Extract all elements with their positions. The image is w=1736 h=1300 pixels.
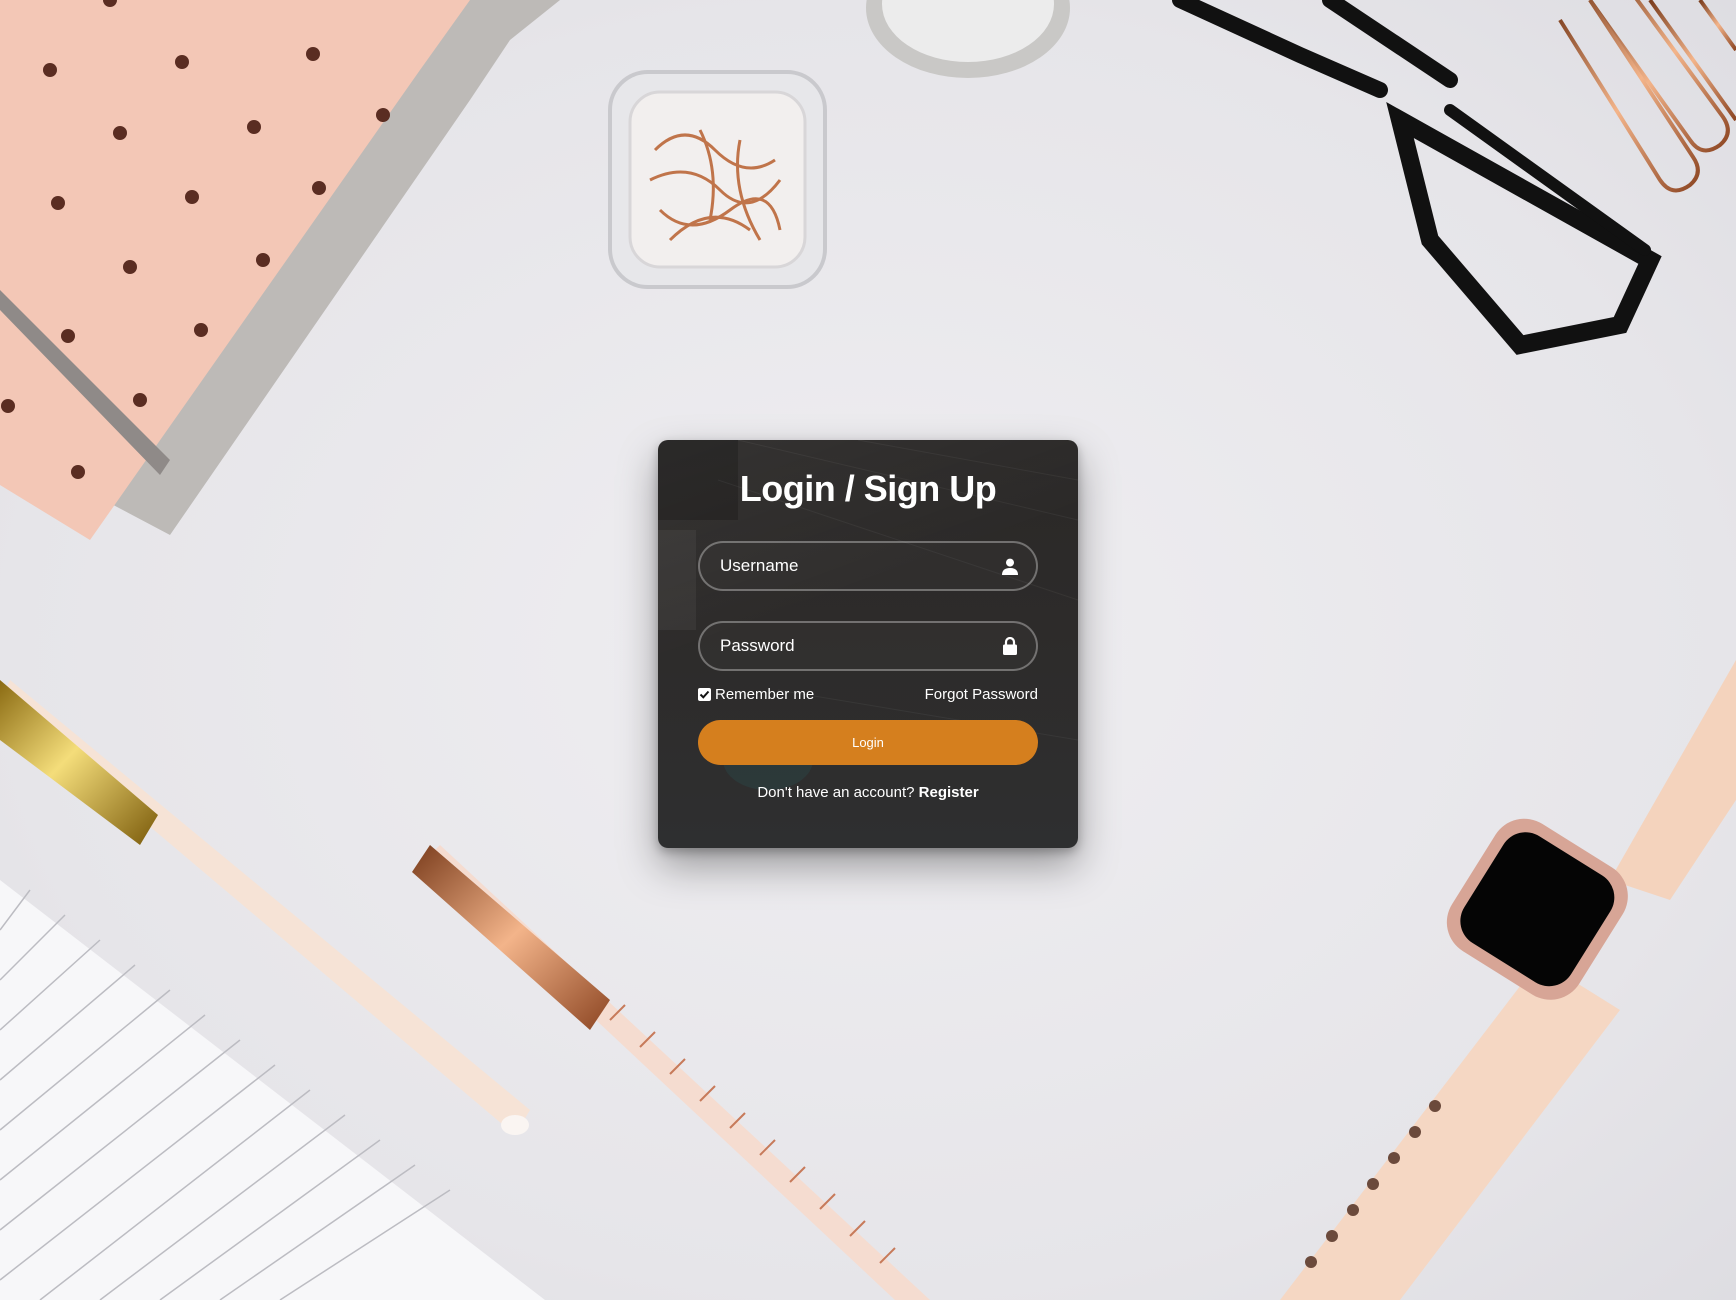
clip-jar-decoration — [608, 70, 827, 289]
remember-checkbox[interactable] — [698, 688, 711, 701]
remember-me[interactable]: Remember me — [698, 686, 814, 703]
paperclips-decoration — [1558, 0, 1736, 193]
register-prompt-text: Don't have an account? — [757, 784, 915, 801]
forgot-password-link[interactable]: Forgot Password — [925, 686, 1038, 703]
check-icon — [699, 690, 710, 699]
rose-pen-decoration — [412, 845, 930, 1300]
page-title: Login / Sign Up — [739, 468, 997, 509]
user-icon — [1000, 556, 1020, 576]
username-field[interactable] — [698, 541, 1038, 591]
lock-icon — [1000, 636, 1020, 656]
password-input[interactable] — [700, 623, 1000, 669]
register-prompt: Don't have an account? Register — [658, 784, 1078, 801]
remember-label: Remember me — [715, 686, 815, 703]
login-button[interactable]: Login — [698, 720, 1038, 765]
tin-lid-decoration — [866, 0, 1070, 78]
login-card: Login / Sign Up Username Remember me For… — [658, 440, 1078, 848]
notebook-decoration — [0, 0, 560, 540]
password-field[interactable] — [698, 621, 1038, 671]
smartwatch-decoration — [1280, 660, 1736, 1300]
username-input[interactable] — [700, 543, 1000, 589]
register-link[interactable]: Register — [919, 784, 979, 801]
